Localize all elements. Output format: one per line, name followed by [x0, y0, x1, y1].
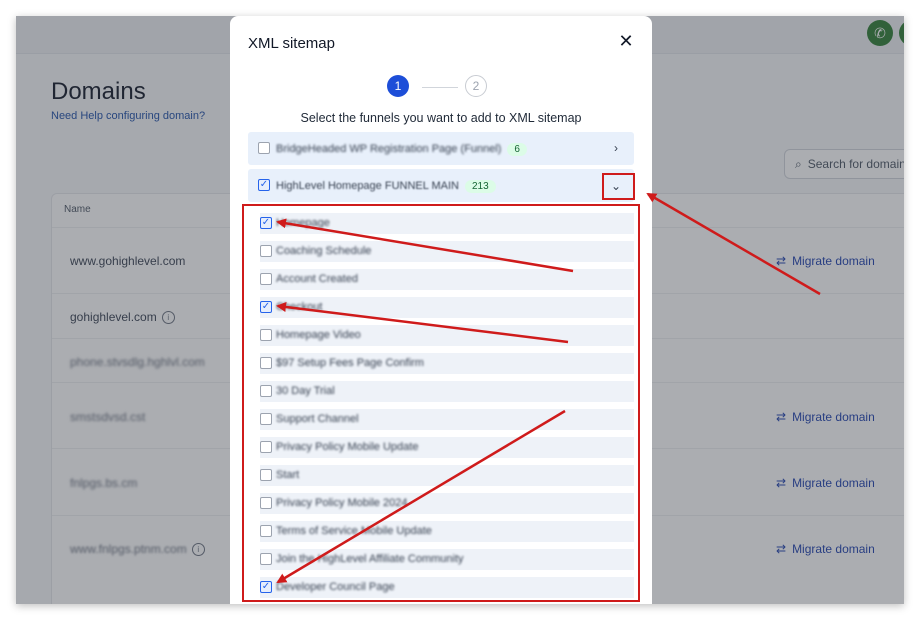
- page-label: Join the HighLevel Affiliate Community: [276, 553, 464, 565]
- funnel-checkbox[interactable]: [258, 142, 270, 154]
- page-checkbox[interactable]: [260, 329, 272, 341]
- funnel-label: BridgeHeaded WP Registration Page (Funne…: [276, 143, 527, 156]
- page-label: Privacy Policy Mobile 2024: [276, 497, 408, 509]
- page-checkbox[interactable]: [260, 469, 272, 481]
- page-checkbox[interactable]: [260, 245, 272, 257]
- page-row[interactable]: 30 Day Trial: [260, 381, 634, 402]
- page-label: Homepage Video: [276, 329, 361, 341]
- page-row[interactable]: ✓ Homepage: [260, 213, 634, 234]
- page-label: Account Created: [276, 273, 358, 285]
- page-label: Terms of Service Mobile Update: [276, 525, 432, 537]
- page-row[interactable]: ✓ Developer Council Page: [260, 577, 634, 598]
- page-label: Start: [276, 469, 300, 481]
- page-label: Support Channel: [276, 413, 359, 425]
- page-checkbox[interactable]: [260, 553, 272, 565]
- page-row[interactable]: Homepage Video: [260, 325, 634, 346]
- step-2-indicator: 2: [465, 75, 487, 97]
- page-checkbox[interactable]: [260, 385, 272, 397]
- chevron-right-icon[interactable]: ›: [608, 140, 624, 156]
- page-checkbox[interactable]: [260, 273, 272, 285]
- page-count-badge: 6: [507, 143, 527, 156]
- chevron-down-icon[interactable]: ⌄: [608, 178, 624, 194]
- page-label: Homepage: [276, 217, 330, 229]
- page-checkbox[interactable]: [260, 357, 272, 369]
- page-label: Checkout: [276, 301, 323, 313]
- page-row[interactable]: ✓ Checkout: [260, 297, 634, 318]
- funnel-checkbox-checked[interactable]: ✓: [258, 179, 270, 191]
- page-label: Developer Council Page: [276, 581, 395, 593]
- page-label: Coaching Schedule: [276, 245, 372, 257]
- page-row[interactable]: Join the HighLevel Affiliate Community: [260, 549, 634, 570]
- modal-instruction: Select the funnels you want to add to XM…: [300, 111, 582, 125]
- page-row[interactable]: $97 Setup Fees Page Confirm: [260, 353, 634, 374]
- step-1-indicator: 1: [387, 75, 409, 97]
- modal-title: XML sitemap: [248, 35, 335, 52]
- step-connector: [422, 87, 458, 88]
- page-checkbox[interactable]: [260, 413, 272, 425]
- page-checkbox-checked[interactable]: ✓: [260, 217, 272, 229]
- page-label: 30 Day Trial: [276, 385, 335, 397]
- page-row[interactable]: Terms of Service Mobile Update: [260, 521, 634, 542]
- funnel-row[interactable]: BridgeHeaded WP Registration Page (Funne…: [248, 132, 634, 165]
- page-label: $97 Setup Fees Page Confirm: [276, 357, 424, 369]
- page-row[interactable]: Start: [260, 465, 634, 486]
- page-row[interactable]: Account Created: [260, 269, 634, 290]
- page-checkbox-checked[interactable]: ✓: [260, 581, 272, 593]
- page-checkbox-checked[interactable]: ✓: [260, 301, 272, 313]
- page-count-badge: 213: [465, 180, 496, 193]
- page-row[interactable]: Privacy Policy Mobile Update: [260, 437, 634, 458]
- page-row[interactable]: Support Channel: [260, 409, 634, 430]
- page-row[interactable]: Privacy Policy Mobile 2024: [260, 493, 634, 514]
- funnel-row[interactable]: ✓ HighLevel Homepage FUNNEL MAIN 213 ⌄: [248, 169, 634, 202]
- funnel-label: HighLevel Homepage FUNNEL MAIN 213: [276, 180, 496, 193]
- xml-sitemap-modal: XML sitemap ✕ 1 2 Select the funnels you…: [230, 16, 652, 604]
- app-window: ✆ ✆ Domains Need Help configuring domain…: [16, 16, 904, 604]
- page-checkbox[interactable]: [260, 441, 272, 453]
- page-label: Privacy Policy Mobile Update: [276, 441, 419, 453]
- page-checkbox[interactable]: [260, 525, 272, 537]
- close-icon[interactable]: ✕: [616, 31, 636, 51]
- page-row[interactable]: Coaching Schedule: [260, 241, 634, 262]
- page-checkbox[interactable]: [260, 497, 272, 509]
